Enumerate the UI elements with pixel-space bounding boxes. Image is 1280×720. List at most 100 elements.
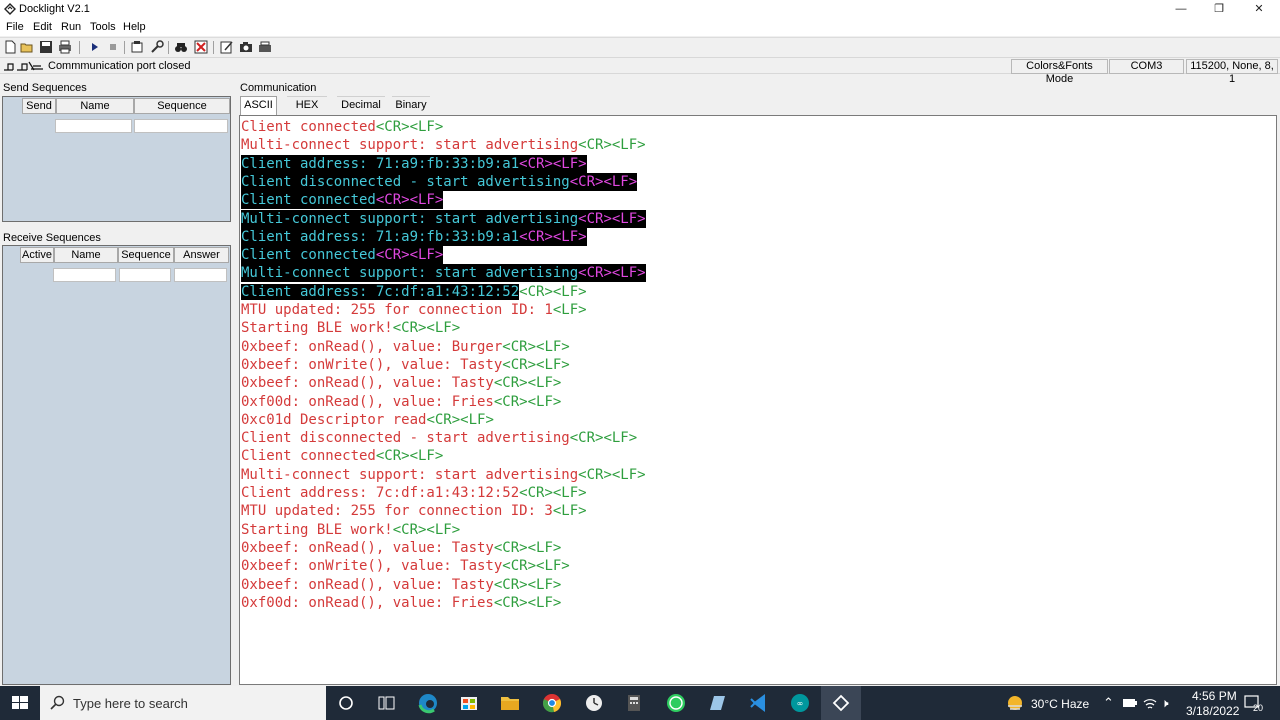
log-line[interactable]: 0xf00d: onRead(), value: Fries<CR><LF> [241, 594, 561, 612]
docklight-taskbar-icon[interactable] [821, 686, 861, 720]
new-receive-sequence-cell[interactable] [119, 268, 171, 282]
new-receive-answer-cell[interactable] [174, 268, 227, 282]
stop-icon[interactable] [106, 40, 120, 54]
log-line[interactable]: Client connected<CR><LF> [241, 447, 443, 465]
play-icon[interactable] [88, 40, 102, 54]
log-text: Client address: 7c:df:a1:43:12:52 [241, 485, 520, 501]
log-line[interactable]: Multi-connect support: start advertising… [241, 264, 646, 283]
cortana-icon[interactable] [326, 686, 366, 720]
keyboard-console-icon[interactable] [258, 40, 272, 54]
port-settings-field: 115200, None, 8, 1 [1186, 59, 1278, 85]
sequence-column-header[interactable]: Sequence [118, 247, 174, 263]
tab-ascii[interactable]: ASCII [240, 96, 277, 115]
windows-start-icon[interactable] [0, 686, 40, 720]
log-line[interactable]: Multi-connect support: start advertising… [241, 209, 646, 228]
menu-help[interactable]: Help [123, 21, 146, 33]
edit-sequence-icon[interactable] [220, 40, 234, 54]
log-line[interactable]: Multi-connect support: start advertising… [241, 136, 646, 154]
menu-run[interactable]: Run [61, 21, 81, 33]
log-line[interactable]: 0xbeef: onRead(), value: Burger<CR><LF> [241, 338, 570, 356]
weather-haze-icon[interactable] [1006, 694, 1024, 712]
active-column-header[interactable]: Active [20, 247, 54, 263]
microsoft-store-icon[interactable] [449, 686, 489, 720]
project-settings-icon[interactable] [130, 40, 144, 54]
chevron-up-icon[interactable]: ⌃ [1103, 695, 1114, 711]
task-view-icon[interactable] [366, 686, 406, 720]
answer-column-header[interactable]: Answer [174, 247, 229, 263]
tab-decimal[interactable]: Decimal [337, 96, 385, 115]
log-line[interactable]: Client connected<CR><LF> [241, 118, 443, 136]
log-line[interactable]: Starting BLE work!<CR><LF> [241, 319, 460, 337]
taskbar-search-box[interactable]: Type here to search [40, 686, 326, 720]
send-column-header[interactable]: Send [22, 98, 56, 114]
log-line[interactable]: 0xf00d: onRead(), value: Fries<CR><LF> [241, 393, 561, 411]
close-button[interactable]: ✕ [1240, 0, 1278, 19]
name-column-header[interactable]: Name [54, 247, 118, 263]
log-line[interactable]: 0xbeef: onRead(), value: Tasty<CR><LF> [241, 539, 561, 557]
notifications-count[interactable]: 20 [1253, 703, 1263, 713]
log-line[interactable]: Client address: 71:a9:fb:33:b9:a1<CR><LF… [241, 154, 587, 173]
arduino-icon[interactable]: ∞ [780, 686, 820, 720]
find-binoculars-icon[interactable] [174, 40, 188, 54]
log-line[interactable]: 0xc01d Descriptor read<CR><LF> [241, 411, 494, 429]
snapshot-camera-icon[interactable] [239, 40, 253, 54]
print-icon[interactable] [58, 40, 72, 54]
log-line[interactable]: Client disconnected - start advertising<… [241, 172, 638, 191]
new-file-icon[interactable] [3, 40, 17, 54]
sequence-column-header[interactable]: Sequence [134, 98, 230, 114]
open-folder-icon[interactable] [20, 40, 34, 54]
clear-window-icon[interactable] [194, 40, 208, 54]
file-explorer-icon[interactable] [490, 686, 530, 720]
log-line[interactable]: Multi-connect support: start advertising… [241, 466, 646, 484]
battery-icon[interactable] [1122, 697, 1138, 709]
log-text: Client address: 7c:df:a1:43:12:52 [241, 283, 520, 300]
notepad-icon[interactable] [697, 686, 737, 720]
send-sequences-grid[interactable]: Send Name Sequence [2, 96, 231, 222]
whatsapp-icon[interactable] [656, 686, 696, 720]
log-line[interactable]: Client connected<CR><LF> [241, 246, 444, 265]
search-icon [50, 695, 65, 710]
log-control-chars: <CR><LF> [375, 119, 444, 135]
chrome-browser-icon[interactable] [532, 686, 572, 720]
log-line[interactable]: Client disconnected - start advertising<… [241, 429, 637, 447]
menu-edit[interactable]: Edit [33, 21, 52, 33]
log-line[interactable]: Client address: 7c:df:a1:43:12:52<CR><LF… [241, 283, 587, 301]
vscode-icon[interactable] [739, 686, 779, 720]
log-line[interactable]: MTU updated: 255 for connection ID: 1<LF… [241, 301, 587, 319]
clock-time[interactable]: 4:56 PM [1192, 689, 1237, 703]
log-control-chars: <CR><LF> [375, 192, 444, 209]
log-line[interactable]: 0xbeef: onWrite(), value: Tasty<CR><LF> [241, 356, 570, 374]
menu-tools[interactable]: Tools [90, 21, 116, 33]
tab-binary[interactable]: Binary [392, 96, 430, 115]
name-column-header[interactable]: Name [56, 98, 134, 114]
new-send-sequence-cell[interactable] [134, 119, 228, 133]
log-control-chars: <CR><LF> [578, 210, 646, 227]
log-line[interactable]: MTU updated: 255 for connection ID: 3<LF… [241, 502, 587, 520]
minimize-button[interactable]: — [1162, 0, 1200, 19]
restore-button[interactable]: ❐ [1200, 0, 1238, 19]
clock-app-icon[interactable] [574, 686, 614, 720]
port-status-text: Commmunication port closed [48, 60, 191, 72]
wifi-icon[interactable] [1143, 696, 1157, 710]
log-line[interactable]: 0xbeef: onRead(), value: Tasty<CR><LF> [241, 576, 561, 594]
new-send-name-cell[interactable] [55, 119, 132, 133]
receive-sequences-grid[interactable]: Active Name Sequence Answer [2, 245, 231, 685]
log-line[interactable]: Client address: 71:a9:fb:33:b9:a1<CR><LF… [241, 227, 587, 246]
save-icon[interactable] [39, 40, 53, 54]
options-wrench-icon[interactable] [150, 40, 164, 54]
tab-hex[interactable]: HEX [287, 96, 327, 115]
log-text: Client connected [241, 247, 376, 264]
new-receive-name-cell[interactable] [53, 268, 116, 282]
communication-output-window[interactable]: Client connected<CR><LF> Multi-connect su… [239, 115, 1277, 685]
calculator-icon[interactable] [614, 686, 654, 720]
log-line[interactable]: 0xbeef: onRead(), value: Tasty<CR><LF> [241, 374, 561, 392]
menu-file[interactable]: File [6, 21, 24, 33]
speaker-muted-icon[interactable]: 🕨 [1161, 696, 1169, 711]
edge-browser-icon[interactable] [408, 686, 448, 720]
log-line[interactable]: Starting BLE work!<CR><LF> [241, 521, 460, 539]
log-line[interactable]: 0xbeef: onWrite(), value: Tasty<CR><LF> [241, 557, 570, 575]
log-line[interactable]: Client connected<CR><LF> [241, 191, 444, 210]
weather-text[interactable]: 30°C Haze [1031, 697, 1089, 711]
log-line[interactable]: Client address: 7c:df:a1:43:12:52<CR><LF… [241, 484, 587, 502]
clock-date[interactable]: 3/18/2022 [1186, 704, 1239, 718]
